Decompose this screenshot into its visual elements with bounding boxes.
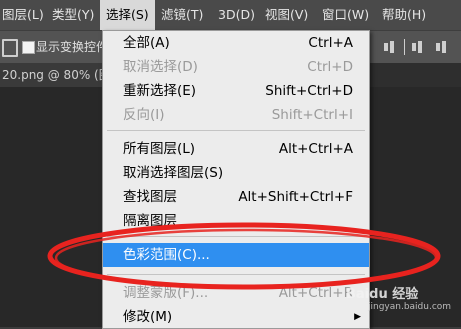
watermark-url: jingyan.baidu.com: [368, 302, 452, 312]
watermark-logo: Baidu 经验: [346, 287, 419, 302]
highlight-annotation-ellipse: [47, 222, 441, 290]
